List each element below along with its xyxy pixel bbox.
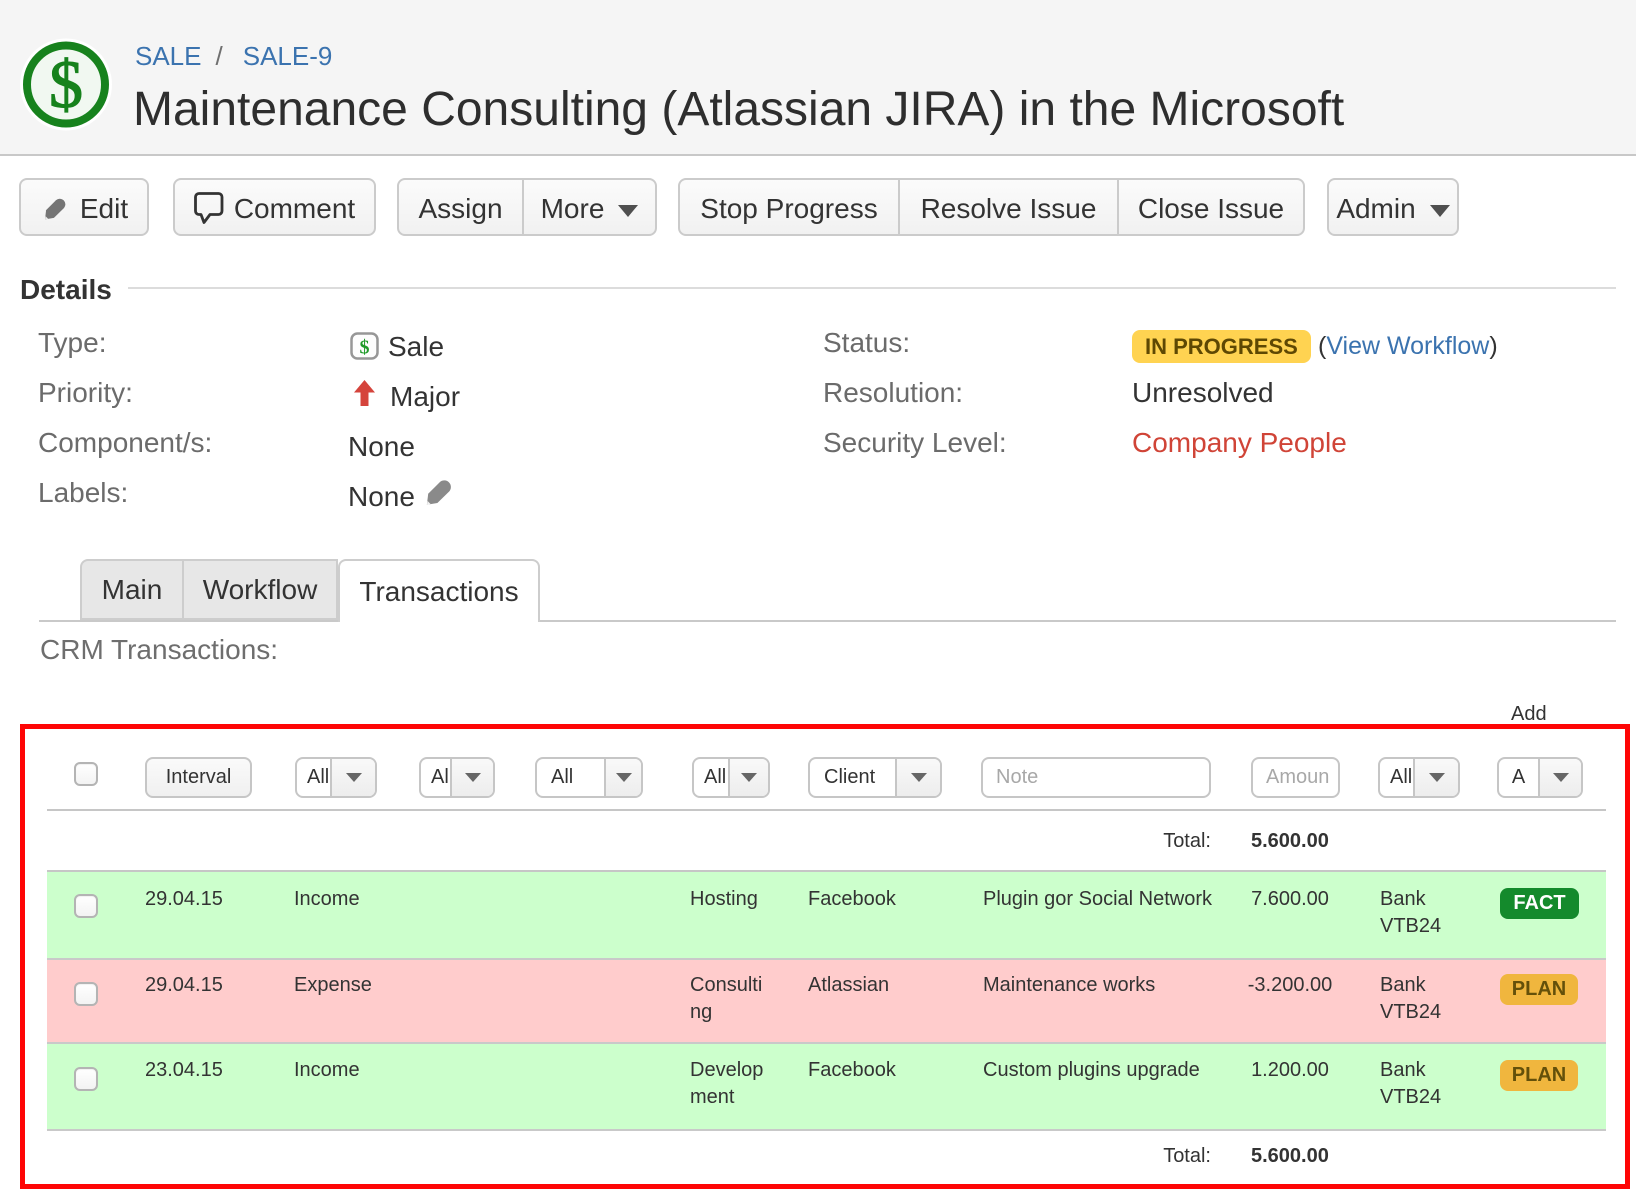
svg-text:$: $ bbox=[360, 337, 370, 359]
svg-text:$: $ bbox=[49, 46, 83, 122]
